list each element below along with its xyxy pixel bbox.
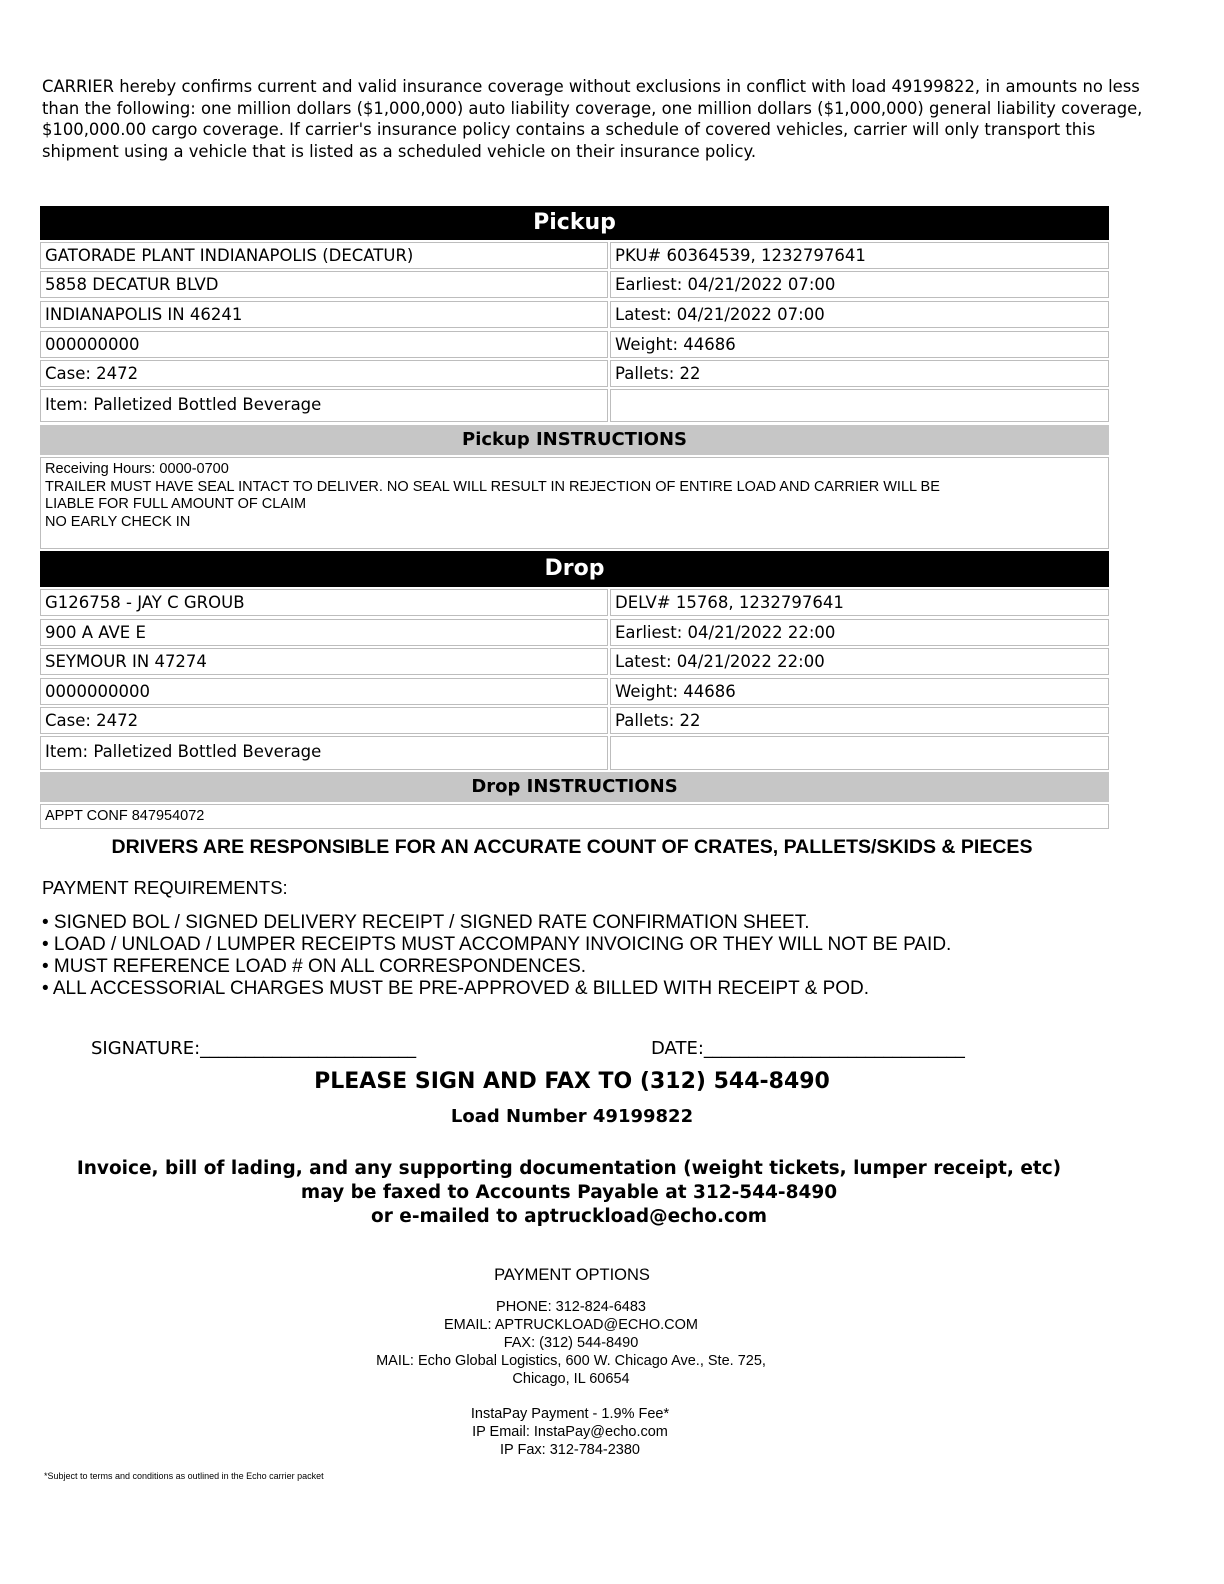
payment-requirement-item: • SIGNED BOL / SIGNED DELIVERY RECEIPT /… bbox=[42, 912, 810, 933]
pickup-earliest: Earliest: 04/21/2022 07:00 bbox=[610, 271, 1109, 298]
intro-line: shipment using a vehicle that is listed … bbox=[42, 141, 757, 161]
drop-instructions-header: Drop INSTRUCTIONS bbox=[40, 772, 1109, 802]
payment-requirement-item: • MUST REFERENCE LOAD # ON ALL CORRESPON… bbox=[42, 956, 587, 977]
drop-instruction-line: APPT CONF 847954072 bbox=[45, 808, 205, 824]
pickup-instruction-line: Receiving Hours: 0000-0700 bbox=[45, 461, 229, 477]
payment-requirement-item: • ALL ACCESSORIAL CHARGES MUST BE PRE-AP… bbox=[42, 978, 870, 999]
pickup-instruction-line: TRAILER MUST HAVE SEAL INTACT TO DELIVER… bbox=[45, 478, 940, 495]
instapay-email: IP Email: InstaPay@echo.com bbox=[472, 1424, 668, 1440]
contact-phone: PHONE: 312-824-6483 bbox=[496, 1299, 646, 1315]
drop-street: 900 A AVE E bbox=[40, 619, 608, 646]
pickup-phone: 000000000 bbox=[40, 331, 608, 358]
drivers-notice: DRIVERS ARE RESPONSIBLE FOR AN ACCURATE … bbox=[111, 836, 1033, 858]
drop-header: Drop bbox=[40, 551, 1109, 587]
pickup-city: INDIANAPOLIS IN 46241 bbox=[40, 301, 608, 328]
fax-heading: PLEASE SIGN AND FAX TO (312) 544-8490 bbox=[314, 1069, 830, 1094]
pickup-empty-cell bbox=[610, 389, 1109, 422]
pickup-pallets: Pallets: 22 bbox=[610, 360, 1109, 387]
signature-line: SIGNATURE:________________________ bbox=[91, 1038, 417, 1059]
insurance-confirmation-paragraph: CARRIER hereby confirms current and vali… bbox=[42, 76, 1143, 162]
pickup-case: Case: 2472 bbox=[40, 360, 608, 387]
drop-facility-name: G126758 - JAY C GROUB bbox=[40, 589, 608, 616]
contact-mail: MAIL: Echo Global Logistics, 600 W. Chic… bbox=[376, 1353, 766, 1369]
invoice-line: or e-mailed to aptruckload@echo.com bbox=[371, 1206, 767, 1227]
pickup-header: Pickup bbox=[40, 206, 1109, 240]
invoice-line: may be faxed to Accounts Payable at 312-… bbox=[300, 1182, 838, 1203]
drop-reference: DELV# 15768, 1232797641 bbox=[610, 589, 1109, 616]
date-line: DATE:_____________________________ bbox=[651, 1038, 965, 1059]
drop-empty-cell bbox=[610, 736, 1109, 770]
invoice-line: Invoice, bill of lading, and any support… bbox=[76, 1158, 1062, 1179]
pickup-reference: PKU# 60364539, 1232797641 bbox=[610, 242, 1109, 269]
payment-requirement-item: • LOAD / UNLOAD / LUMPER RECEIPTS MUST A… bbox=[42, 934, 952, 955]
payment-requirements-list: • SIGNED BOL / SIGNED DELIVERY RECEIPT /… bbox=[42, 912, 951, 1000]
drop-city: SEYMOUR IN 47274 bbox=[40, 648, 608, 675]
intro-line: than the following: one million dollars … bbox=[42, 98, 1143, 118]
drop-case: Case: 2472 bbox=[40, 707, 608, 734]
intro-line: $100,000.00 cargo coverage. If carrier's… bbox=[42, 120, 1096, 139]
intro-line: CARRIER hereby confirms current and vali… bbox=[42, 77, 1140, 96]
drop-pallets: Pallets: 22 bbox=[610, 707, 1109, 734]
load-number: Load Number 49199822 bbox=[450, 1106, 694, 1127]
drop-weight: Weight: 44686 bbox=[610, 678, 1109, 705]
instapay-fee: InstaPay Payment - 1.9% Fee* bbox=[470, 1406, 670, 1422]
contact-email: EMAIL: APTRUCKLOAD@ECHO.COM bbox=[443, 1317, 698, 1333]
payment-options-contact: PHONE: 312-824-6483 EMAIL: APTRUCKLOAD@E… bbox=[0, 1298, 1142, 1388]
pickup-facility-name: GATORADE PLANT INDIANAPOLIS (DECATUR) bbox=[40, 242, 608, 269]
drop-instructions-box: APPT CONF 847954072 bbox=[40, 804, 1109, 829]
payment-requirements-title: PAYMENT REQUIREMENTS: bbox=[42, 877, 288, 898]
pickup-instruction-line: NO EARLY CHECK IN bbox=[45, 513, 191, 530]
footnote: *Subject to terms and conditions as outl… bbox=[44, 1471, 324, 1481]
pickup-weight: Weight: 44686 bbox=[610, 331, 1109, 358]
payment-options-title: PAYMENT OPTIONS bbox=[494, 1266, 650, 1284]
drop-latest: Latest: 04/21/2022 22:00 bbox=[610, 648, 1109, 675]
instapay-info: InstaPay Payment - 1.9% Fee* IP Email: I… bbox=[0, 1405, 1140, 1459]
drop-earliest: Earliest: 04/21/2022 22:00 bbox=[610, 619, 1109, 646]
pickup-item: Item: Palletized Bottled Beverage bbox=[40, 389, 608, 422]
invoice-instructions: Invoice, bill of lading, and any support… bbox=[0, 1157, 1138, 1229]
drop-item: Item: Palletized Bottled Beverage bbox=[40, 736, 608, 770]
contact-mail-city: Chicago, IL 60654 bbox=[512, 1371, 630, 1387]
drop-phone: 0000000000 bbox=[40, 678, 608, 705]
contact-fax: FAX: (312) 544-8490 bbox=[503, 1335, 639, 1351]
pickup-latest: Latest: 04/21/2022 07:00 bbox=[610, 301, 1109, 328]
pickup-instructions-header: Pickup INSTRUCTIONS bbox=[40, 425, 1109, 455]
pickup-instruction-line: LIABLE FOR FULL AMOUNT OF CLAIM bbox=[45, 496, 307, 512]
pickup-instructions-box: Receiving Hours: 0000-0700 TRAILER MUST … bbox=[40, 457, 1109, 549]
instapay-fax: IP Fax: 312-784-2380 bbox=[500, 1442, 640, 1458]
pickup-street: 5858 DECATUR BLVD bbox=[40, 271, 608, 298]
